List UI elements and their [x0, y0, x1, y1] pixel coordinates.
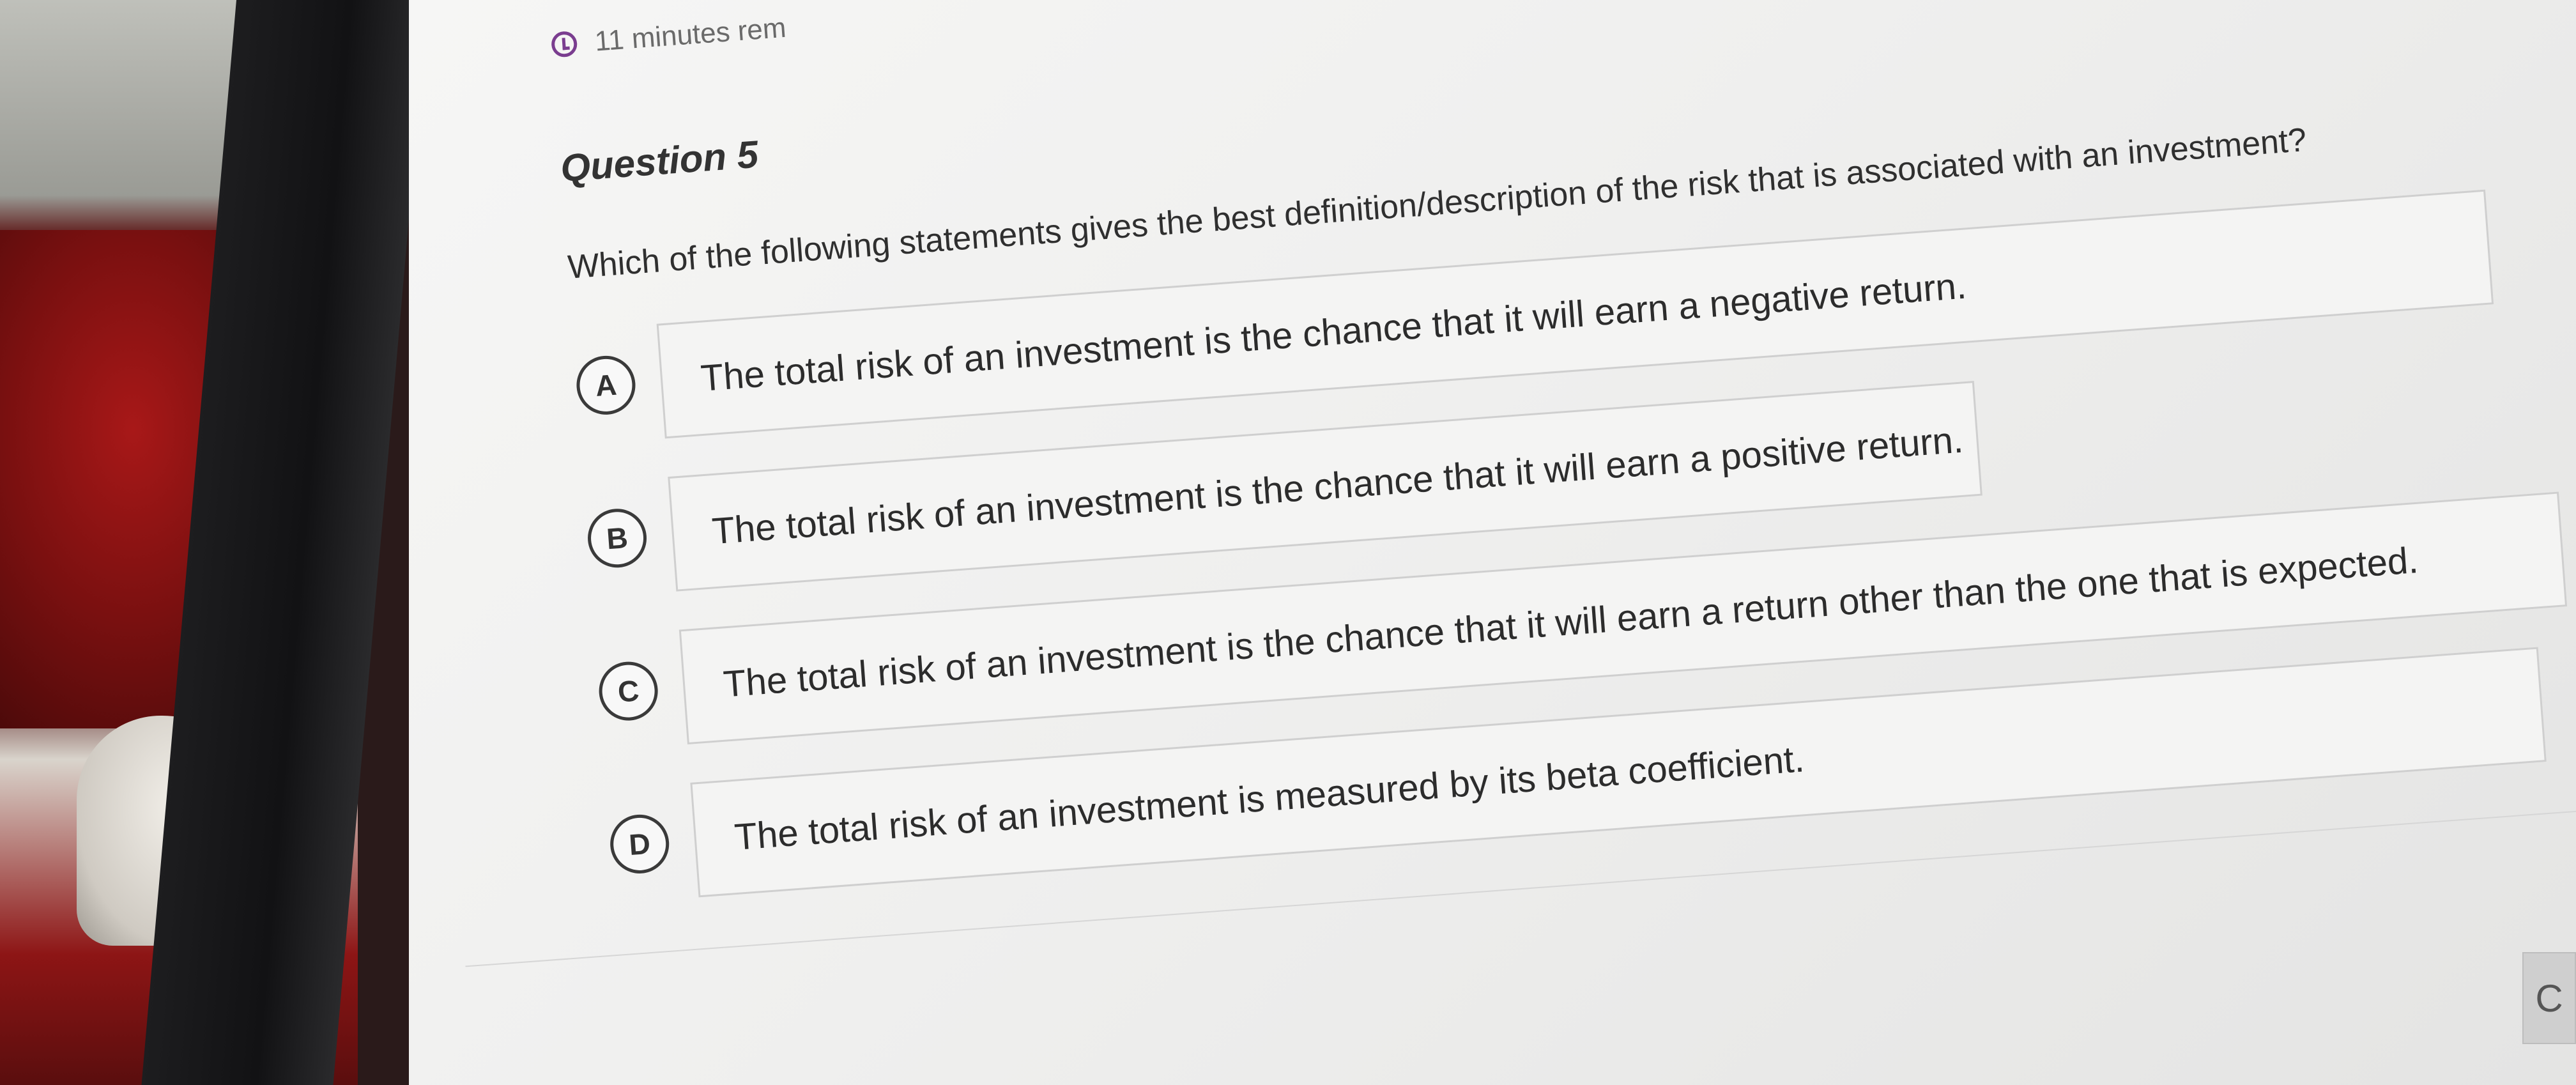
next-button[interactable]: C	[2522, 952, 2576, 1044]
quiz-screen: 11 minutes rem Question 5 Which of the f…	[409, 0, 2576, 1085]
option-letter-badge[interactable]: D	[608, 812, 671, 876]
clock-icon	[550, 30, 578, 58]
option-letter-badge[interactable]: B	[585, 506, 649, 570]
option-letter-badge[interactable]: A	[574, 353, 638, 417]
timer: 11 minutes rem	[550, 12, 787, 61]
timer-text: 11 minutes rem	[594, 12, 788, 58]
option-text: The total risk of an investment is the c…	[699, 265, 1968, 399]
quiz-content: 11 minutes rem Question 5 Which of the f…	[409, 0, 2576, 1085]
option-text: The total risk of an investment is measu…	[733, 737, 1806, 858]
option-letter-badge[interactable]: C	[597, 659, 660, 723]
question-title: Question 5	[558, 132, 760, 190]
option-text: The total risk of an investment is the c…	[710, 419, 1965, 552]
